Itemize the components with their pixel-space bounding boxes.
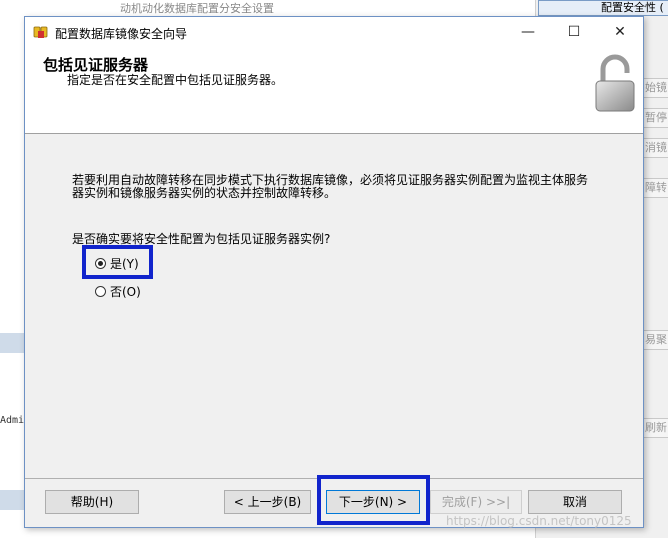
background-button-fragment: 障转 bbox=[642, 178, 668, 198]
background-button-fragment: 暂停 bbox=[642, 108, 668, 128]
watermark: https://blog.csdn.net/tony0125 bbox=[446, 514, 632, 528]
wizard-dialog: 配置数据库镜像安全向导 — ☐ ✕ 包括见证服务器 指定是否在安全配置中包括见证… bbox=[24, 16, 644, 528]
highlight-box-yes bbox=[82, 245, 153, 279]
background-text: Admi bbox=[0, 415, 25, 426]
background-button-fragment: 易聚 bbox=[642, 330, 668, 350]
background-tab: 配置安全性 ( bbox=[538, 0, 668, 16]
description-text: 若要利用自动故障转移在同步模式下执行数据库镜像，必须将见证服务器实例配置为监视主… bbox=[72, 173, 589, 200]
background-selection bbox=[0, 333, 24, 353]
title-bar[interactable]: 配置数据库镜像安全向导 — ☐ ✕ bbox=[25, 17, 643, 47]
window-title: 配置数据库镜像安全向导 bbox=[55, 27, 188, 41]
background-button-fragment: 刷新 bbox=[642, 418, 668, 438]
open-lock-icon bbox=[595, 54, 635, 112]
radio-no-label[interactable]: 否(O) bbox=[110, 283, 141, 300]
page-subtitle: 指定是否在安全配置中包括见证服务器。 bbox=[67, 73, 284, 87]
radio-no[interactable]: 否(O) bbox=[95, 282, 141, 300]
close-button[interactable]: ✕ bbox=[597, 17, 643, 47]
help-button[interactable]: 帮助(H) bbox=[45, 490, 139, 514]
radio-no-indicator[interactable] bbox=[95, 285, 106, 297]
cancel-button[interactable]: 取消 bbox=[528, 490, 622, 514]
back-button[interactable]: < 上一步(B) bbox=[224, 490, 311, 514]
highlight-box-next bbox=[317, 475, 430, 525]
background-window-text: 动机动化数据库配置分安全设置 bbox=[120, 2, 274, 15]
minimize-button[interactable]: — bbox=[505, 17, 551, 47]
wizard-header: 包括见证服务器 指定是否在安全配置中包括见证服务器。 bbox=[25, 47, 643, 134]
background-selection bbox=[0, 490, 24, 510]
background-button-fragment: 消镜 bbox=[642, 138, 668, 158]
background-button-fragment: 始镜 bbox=[642, 78, 668, 98]
finish-button[interactable]: 完成(F) >>| bbox=[430, 490, 522, 514]
database-app-icon bbox=[33, 26, 48, 38]
wizard-content: 若要利用自动故障转移在同步模式下执行数据库镜像，必须将见证服务器实例配置为监视主… bbox=[25, 134, 643, 478]
maximize-button[interactable]: ☐ bbox=[551, 17, 597, 47]
